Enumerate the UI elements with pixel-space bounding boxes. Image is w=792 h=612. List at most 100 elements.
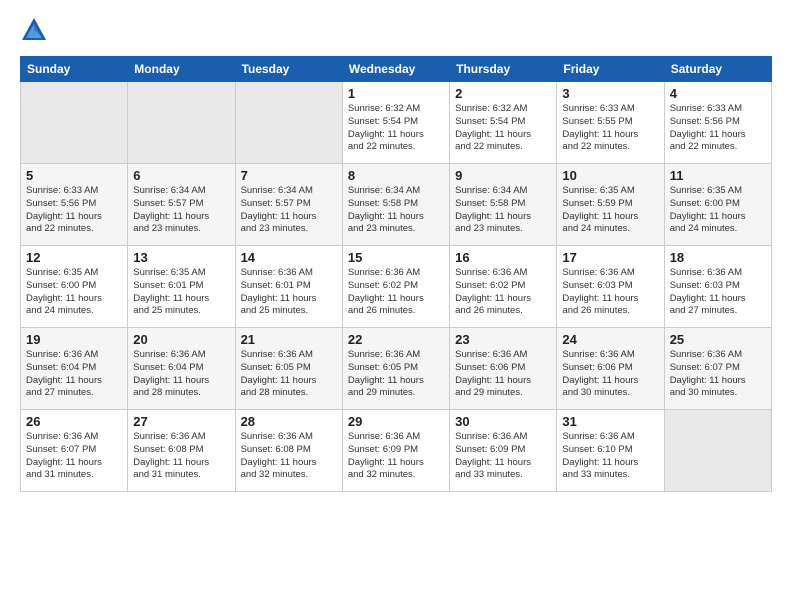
day-number: 5 bbox=[26, 168, 122, 183]
day-number: 19 bbox=[26, 332, 122, 347]
day-number: 18 bbox=[670, 250, 766, 265]
calendar-cell: 15Sunrise: 6:36 AM Sunset: 6:02 PM Dayli… bbox=[342, 246, 449, 328]
day-info: Sunrise: 6:36 AM Sunset: 6:05 PM Dayligh… bbox=[348, 349, 444, 400]
day-number: 1 bbox=[348, 86, 444, 101]
calendar-cell bbox=[235, 82, 342, 164]
calendar-cell: 17Sunrise: 6:36 AM Sunset: 6:03 PM Dayli… bbox=[557, 246, 664, 328]
calendar-week-3: 12Sunrise: 6:35 AM Sunset: 6:00 PM Dayli… bbox=[21, 246, 772, 328]
calendar-cell: 20 Sunrise: 6:36 AM Sunset: 6:04 PM Dayli… bbox=[128, 328, 235, 410]
day-info: Sunrise: 6:36 AM Sunset: 6:09 PM Dayligh… bbox=[348, 431, 444, 482]
calendar-header-row: SundayMondayTuesdayWednesdayThursdayFrid… bbox=[21, 57, 772, 82]
day-number: 7 bbox=[241, 168, 337, 183]
day-number: 2 bbox=[455, 86, 551, 101]
day-info: Sunrise: 6:33 AM Sunset: 5:56 PM Dayligh… bbox=[670, 103, 766, 154]
day-number: 29 bbox=[348, 414, 444, 429]
day-number: 20 bbox=[133, 332, 229, 347]
calendar-week-4: 19 Sunrise: 6:36 AM Sunset: 6:04 PM Dayli… bbox=[21, 328, 772, 410]
day-info: Sunrise: 6:34 AM Sunset: 5:57 PM Dayligh… bbox=[241, 185, 337, 236]
calendar-cell: 11 Sunrise: 6:35 AM Sunset: 6:00 PM Dayli… bbox=[664, 164, 771, 246]
day-info: Sunrise: 6:36 AM Sunset: 6:10 PM Dayligh… bbox=[562, 431, 658, 482]
calendar-week-1: 1 Sunrise: 6:32 AM Sunset: 5:54 PM Daylig… bbox=[21, 82, 772, 164]
day-info: Sunrise: 6:32 AM Sunset: 5:54 PM Dayligh… bbox=[455, 103, 551, 154]
day-info: Sunrise: 6:34 AM Sunset: 5:57 PM Dayligh… bbox=[133, 185, 229, 236]
calendar-cell: 24Sunrise: 6:36 AM Sunset: 6:06 PM Dayli… bbox=[557, 328, 664, 410]
day-number: 27 bbox=[133, 414, 229, 429]
calendar-week-5: 26 Sunrise: 6:36 AM Sunset: 6:07 PM Dayli… bbox=[21, 410, 772, 492]
day-info: Sunrise: 6:35 AM Sunset: 6:00 PM Dayligh… bbox=[670, 185, 766, 236]
day-number: 26 bbox=[26, 414, 122, 429]
calendar-cell: 22Sunrise: 6:36 AM Sunset: 6:05 PM Dayli… bbox=[342, 328, 449, 410]
calendar-cell: 13 Sunrise: 6:35 AM Sunset: 6:01 PM Dayli… bbox=[128, 246, 235, 328]
calendar-cell: 21Sunrise: 6:36 AM Sunset: 6:05 PM Dayli… bbox=[235, 328, 342, 410]
page: SundayMondayTuesdayWednesdayThursdayFrid… bbox=[0, 0, 792, 612]
calendar-cell: 27 Sunrise: 6:36 AM Sunset: 6:08 PM Dayli… bbox=[128, 410, 235, 492]
day-info: Sunrise: 6:35 AM Sunset: 6:00 PM Dayligh… bbox=[26, 267, 122, 318]
day-number: 28 bbox=[241, 414, 337, 429]
day-info: Sunrise: 6:36 AM Sunset: 6:08 PM Dayligh… bbox=[241, 431, 337, 482]
calendar-cell: 30Sunrise: 6:36 AM Sunset: 6:09 PM Dayli… bbox=[450, 410, 557, 492]
header bbox=[20, 16, 772, 44]
day-info: Sunrise: 6:35 AM Sunset: 5:59 PM Dayligh… bbox=[562, 185, 658, 236]
calendar-cell: 2 Sunrise: 6:32 AM Sunset: 5:54 PM Daylig… bbox=[450, 82, 557, 164]
calendar-cell: 12Sunrise: 6:35 AM Sunset: 6:00 PM Dayli… bbox=[21, 246, 128, 328]
day-number: 13 bbox=[133, 250, 229, 265]
calendar-cell: 23Sunrise: 6:36 AM Sunset: 6:06 PM Dayli… bbox=[450, 328, 557, 410]
calendar-cell: 8 Sunrise: 6:34 AM Sunset: 5:58 PM Daylig… bbox=[342, 164, 449, 246]
calendar-week-2: 5 Sunrise: 6:33 AM Sunset: 5:56 PM Daylig… bbox=[21, 164, 772, 246]
calendar-cell: 1Sunrise: 6:32 AM Sunset: 5:54 PM Daylig… bbox=[342, 82, 449, 164]
day-info: Sunrise: 6:36 AM Sunset: 6:01 PM Dayligh… bbox=[241, 267, 337, 318]
day-info: Sunrise: 6:36 AM Sunset: 6:03 PM Dayligh… bbox=[562, 267, 658, 318]
calendar-cell: 19 Sunrise: 6:36 AM Sunset: 6:04 PM Dayli… bbox=[21, 328, 128, 410]
calendar-cell: 9Sunrise: 6:34 AM Sunset: 5:58 PM Daylig… bbox=[450, 164, 557, 246]
day-info: Sunrise: 6:34 AM Sunset: 5:58 PM Dayligh… bbox=[455, 185, 551, 236]
calendar-cell: 7 Sunrise: 6:34 AM Sunset: 5:57 PM Daylig… bbox=[235, 164, 342, 246]
day-number: 16 bbox=[455, 250, 551, 265]
day-number: 4 bbox=[670, 86, 766, 101]
logo bbox=[20, 16, 52, 44]
calendar-header-monday: Monday bbox=[128, 57, 235, 82]
calendar-cell: 25Sunrise: 6:36 AM Sunset: 6:07 PM Dayli… bbox=[664, 328, 771, 410]
calendar-header-tuesday: Tuesday bbox=[235, 57, 342, 82]
day-info: Sunrise: 6:36 AM Sunset: 6:07 PM Dayligh… bbox=[670, 349, 766, 400]
day-info: Sunrise: 6:36 AM Sunset: 6:06 PM Dayligh… bbox=[562, 349, 658, 400]
day-number: 6 bbox=[133, 168, 229, 183]
day-info: Sunrise: 6:34 AM Sunset: 5:58 PM Dayligh… bbox=[348, 185, 444, 236]
calendar-cell: 28 Sunrise: 6:36 AM Sunset: 6:08 PM Dayli… bbox=[235, 410, 342, 492]
day-number: 31 bbox=[562, 414, 658, 429]
calendar-cell: 3 Sunrise: 6:33 AM Sunset: 5:55 PM Daylig… bbox=[557, 82, 664, 164]
day-info: Sunrise: 6:36 AM Sunset: 6:07 PM Dayligh… bbox=[26, 431, 122, 482]
calendar-cell: 14 Sunrise: 6:36 AM Sunset: 6:01 PM Dayli… bbox=[235, 246, 342, 328]
calendar-cell bbox=[128, 82, 235, 164]
day-number: 3 bbox=[562, 86, 658, 101]
calendar-cell bbox=[21, 82, 128, 164]
day-info: Sunrise: 6:33 AM Sunset: 5:55 PM Dayligh… bbox=[562, 103, 658, 154]
day-number: 8 bbox=[348, 168, 444, 183]
calendar-cell: 16Sunrise: 6:36 AM Sunset: 6:02 PM Dayli… bbox=[450, 246, 557, 328]
calendar-cell: 5 Sunrise: 6:33 AM Sunset: 5:56 PM Daylig… bbox=[21, 164, 128, 246]
calendar-cell: 4 Sunrise: 6:33 AM Sunset: 5:56 PM Daylig… bbox=[664, 82, 771, 164]
day-info: Sunrise: 6:36 AM Sunset: 6:04 PM Dayligh… bbox=[26, 349, 122, 400]
day-info: Sunrise: 6:36 AM Sunset: 6:03 PM Dayligh… bbox=[670, 267, 766, 318]
day-number: 14 bbox=[241, 250, 337, 265]
calendar-cell: 18 Sunrise: 6:36 AM Sunset: 6:03 PM Dayli… bbox=[664, 246, 771, 328]
calendar-cell: 6 Sunrise: 6:34 AM Sunset: 5:57 PM Daylig… bbox=[128, 164, 235, 246]
calendar-cell: 31 Sunrise: 6:36 AM Sunset: 6:10 PM Dayli… bbox=[557, 410, 664, 492]
day-number: 21 bbox=[241, 332, 337, 347]
day-info: Sunrise: 6:36 AM Sunset: 6:08 PM Dayligh… bbox=[133, 431, 229, 482]
day-info: Sunrise: 6:36 AM Sunset: 6:04 PM Dayligh… bbox=[133, 349, 229, 400]
calendar-header-friday: Friday bbox=[557, 57, 664, 82]
calendar-cell: 26 Sunrise: 6:36 AM Sunset: 6:07 PM Dayli… bbox=[21, 410, 128, 492]
calendar-cell: 29 Sunrise: 6:36 AM Sunset: 6:09 PM Dayli… bbox=[342, 410, 449, 492]
calendar-header-saturday: Saturday bbox=[664, 57, 771, 82]
day-info: Sunrise: 6:35 AM Sunset: 6:01 PM Dayligh… bbox=[133, 267, 229, 318]
calendar: SundayMondayTuesdayWednesdayThursdayFrid… bbox=[20, 56, 772, 492]
day-info: Sunrise: 6:36 AM Sunset: 6:06 PM Dayligh… bbox=[455, 349, 551, 400]
logo-icon bbox=[20, 16, 48, 44]
calendar-header-sunday: Sunday bbox=[21, 57, 128, 82]
calendar-header-wednesday: Wednesday bbox=[342, 57, 449, 82]
day-info: Sunrise: 6:36 AM Sunset: 6:02 PM Dayligh… bbox=[348, 267, 444, 318]
calendar-cell bbox=[664, 410, 771, 492]
day-number: 11 bbox=[670, 168, 766, 183]
day-info: Sunrise: 6:36 AM Sunset: 6:09 PM Dayligh… bbox=[455, 431, 551, 482]
day-info: Sunrise: 6:33 AM Sunset: 5:56 PM Dayligh… bbox=[26, 185, 122, 236]
